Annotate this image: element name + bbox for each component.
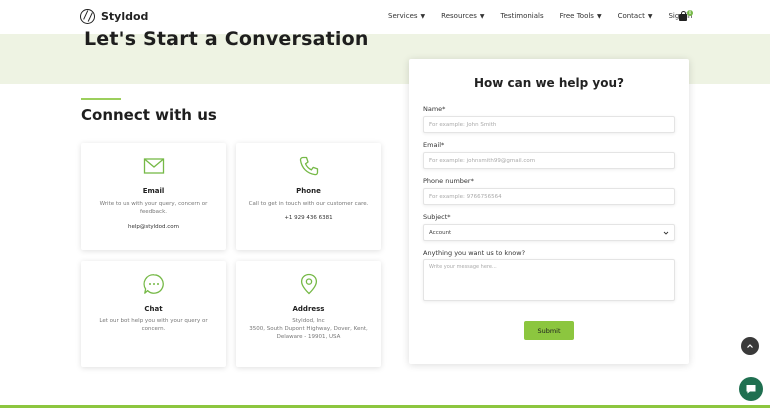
contact-card-phone: Phone Call to get in touch with our cust… bbox=[236, 143, 381, 250]
message-textarea[interactable] bbox=[423, 259, 675, 301]
card-title: Chat bbox=[144, 305, 163, 313]
company-name: Styldod, Inc bbox=[292, 318, 325, 324]
scroll-to-top-button[interactable] bbox=[741, 337, 759, 355]
chevron-down-icon: ▼ bbox=[596, 12, 602, 20]
chevron-down-icon: ▼ bbox=[647, 12, 653, 20]
subject-label: Subject* bbox=[423, 213, 451, 221]
phone-input[interactable] bbox=[423, 188, 675, 205]
contact-card-address: Address Styldod, Inc 3500, South Dupont … bbox=[236, 261, 381, 367]
chat-bubble-icon bbox=[746, 385, 756, 394]
nav-item-label: Contact bbox=[617, 12, 645, 20]
chevron-down-icon: ▼ bbox=[479, 12, 485, 20]
email-link[interactable]: help@styldod.com bbox=[81, 224, 226, 230]
nav-item-testimonials[interactable]: Testimonials bbox=[501, 12, 544, 20]
card-description: Let our bot help you with your query or … bbox=[99, 318, 208, 332]
phone-number[interactable]: +1 929 436 6381 bbox=[236, 215, 381, 221]
chat-icon bbox=[143, 274, 164, 294]
main-nav: Services ▼ Resources ▼ Testimonials Free… bbox=[388, 12, 692, 20]
card-title: Email bbox=[142, 187, 165, 195]
chevron-up-icon bbox=[747, 344, 753, 348]
cart-count-badge: 0 bbox=[687, 10, 693, 16]
form-title: How can we help you? bbox=[473, 76, 625, 90]
phone-icon bbox=[299, 156, 319, 176]
chevron-down-icon: ▼ bbox=[420, 12, 426, 20]
name-input[interactable] bbox=[423, 116, 675, 133]
nav-item-contact[interactable]: Contact ▼ bbox=[618, 12, 653, 20]
logo-mark-icon bbox=[80, 9, 95, 24]
section-accent-line bbox=[81, 98, 121, 100]
nav-item-services[interactable]: Services ▼ bbox=[388, 12, 425, 20]
chevron-down-icon bbox=[663, 231, 669, 235]
name-label: Name* bbox=[423, 105, 446, 113]
live-chat-button[interactable] bbox=[739, 377, 763, 401]
card-description: Call to get in touch with our customer c… bbox=[248, 201, 369, 207]
location-pin-icon bbox=[300, 273, 318, 295]
brand-name: Styldod bbox=[101, 10, 149, 23]
subject-select[interactable]: Account bbox=[423, 224, 675, 241]
card-title: Phone bbox=[296, 187, 321, 195]
contact-card-chat[interactable]: Chat Let our bot help you with your quer… bbox=[81, 261, 226, 367]
card-description: Write to us with your query, concern or … bbox=[99, 201, 208, 215]
phone-label: Phone number* bbox=[423, 177, 474, 185]
nav-item-label: Free Tools bbox=[559, 12, 594, 20]
message-label: Anything you want us to know? bbox=[423, 249, 526, 257]
brand-logo[interactable]: Styldod bbox=[80, 9, 148, 24]
page-title: Let's Start a Conversation bbox=[84, 28, 369, 50]
nav-item-label: Resources bbox=[441, 12, 477, 20]
email-label: Email* bbox=[423, 141, 445, 149]
email-input[interactable] bbox=[423, 152, 675, 169]
submit-button[interactable]: Submit bbox=[524, 321, 574, 340]
card-title: Address bbox=[292, 305, 325, 313]
contact-form: How can we help you? Name* Email* Phone … bbox=[409, 59, 689, 364]
contact-card-email: Email Write to us with your query, conce… bbox=[81, 143, 226, 250]
nav-item-label: Services bbox=[388, 12, 418, 20]
nav-item-free-tools[interactable]: Free Tools ▼ bbox=[560, 12, 602, 20]
subject-selected-value: Account bbox=[429, 229, 452, 236]
mail-icon bbox=[143, 158, 165, 174]
nav-item-label: Testimonials bbox=[500, 12, 544, 20]
street-address: 3500, South Dupont Highway, Dover, Kent,… bbox=[249, 326, 368, 340]
connect-heading: Connect with us bbox=[81, 106, 217, 124]
nav-item-resources[interactable]: Resources ▼ bbox=[441, 12, 484, 20]
